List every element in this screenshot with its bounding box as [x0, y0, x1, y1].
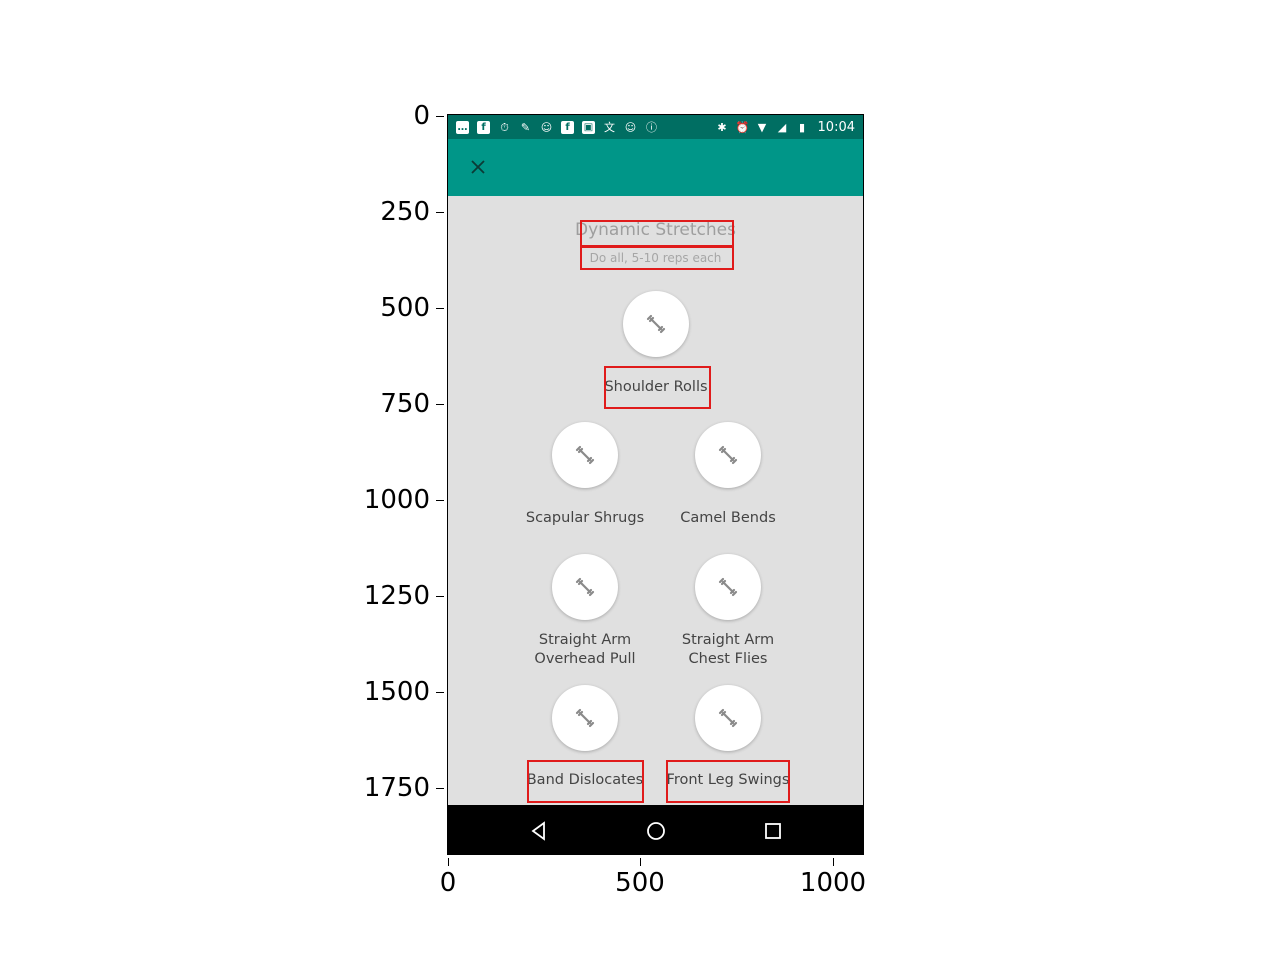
highlight-box-front-leg-swings: [666, 760, 790, 803]
dumbbell-icon: [718, 445, 738, 465]
app-bar: [448, 139, 863, 196]
system-icons: ✱ ⏰ ▼ ◢ ▮ 10:04: [716, 120, 855, 135]
notification-icons: … f ⏱ ✎ ☺ f ▣ 文 ☺ ⓘ: [456, 120, 716, 134]
x-tick-1000: 1000: [773, 858, 893, 898]
highlight-box-shoulder-rolls: [604, 366, 711, 409]
signal-icon: ◢: [777, 120, 787, 134]
dumbbell-icon: [646, 314, 666, 334]
exercise-button-band-dislocates[interactable]: [552, 685, 618, 751]
exercise-label-camel-bends: Camel Bends: [680, 510, 776, 526]
wrench-icon: ✎: [520, 120, 531, 134]
y-tick-500: 500: [340, 293, 444, 323]
dumbbell-icon: [575, 445, 595, 465]
y-tick-1000: 1000: [340, 485, 444, 515]
smiley-icon: ☺: [540, 120, 553, 134]
exercise-button-straight-arm-overhead-pull[interactable]: [552, 554, 618, 620]
exercise-button-scapular-shrugs[interactable]: [552, 422, 618, 488]
status-bar: … f ⏱ ✎ ☺ f ▣ 文 ☺ ⓘ ✱ ⏰ ▼ ◢ ▮ 10:04: [448, 115, 863, 139]
exercise-button-front-leg-swings[interactable]: [695, 685, 761, 751]
translate-icon: 文: [604, 120, 615, 134]
y-tick-1500: 1500: [340, 677, 444, 707]
highlight-box-band-dislocates: [527, 760, 644, 803]
y-tick-750: 750: [340, 389, 444, 419]
phone-screen: … f ⏱ ✎ ☺ f ▣ 文 ☺ ⓘ ✱ ⏰ ▼ ◢ ▮ 10:04 Dyna…: [447, 114, 864, 855]
home-circle-icon[interactable]: [645, 820, 667, 842]
highlight-box-subtitle: [580, 246, 734, 270]
stopwatch-icon: ⏱: [500, 120, 509, 134]
exercise-button-shoulder-rolls[interactable]: [623, 291, 689, 357]
exercise-button-camel-bends[interactable]: [695, 422, 761, 488]
message-icon: …: [456, 120, 469, 134]
status-time: 10:04: [817, 119, 855, 135]
exercise-label-straight-arm-chest-flies: Straight Arm Chest Flies: [681, 632, 775, 667]
y-tick-1250: 1250: [340, 581, 444, 611]
recents-square-icon[interactable]: [762, 820, 784, 842]
facebook-icon-2: f: [561, 120, 574, 134]
close-icon[interactable]: [466, 155, 490, 179]
y-tick-250: 250: [340, 197, 444, 227]
dumbbell-icon: [718, 708, 738, 728]
y-tick-1750: 1750: [340, 773, 444, 803]
battery-icon: ▮: [799, 120, 806, 134]
x-tick-0: 0: [388, 858, 508, 898]
app-notification-icon: ▣: [582, 120, 595, 134]
info-icon: ⓘ: [646, 120, 657, 134]
highlight-box-title: [580, 220, 734, 247]
x-tick-500: 500: [580, 858, 700, 898]
back-triangle-icon[interactable]: [528, 820, 550, 842]
wifi-icon: ▼: [757, 120, 767, 134]
y-tick-0: 0: [340, 101, 444, 131]
smiley-icon-2: ☺: [624, 120, 637, 134]
dumbbell-icon: [575, 577, 595, 597]
alarm-icon: ⏰: [735, 120, 750, 134]
bluetooth-icon: ✱: [717, 120, 727, 134]
dumbbell-icon: [718, 577, 738, 597]
navigation-bar: [448, 805, 863, 854]
facebook-icon: f: [477, 120, 490, 134]
dumbbell-icon: [575, 708, 595, 728]
exercise-button-straight-arm-chest-flies[interactable]: [695, 554, 761, 620]
